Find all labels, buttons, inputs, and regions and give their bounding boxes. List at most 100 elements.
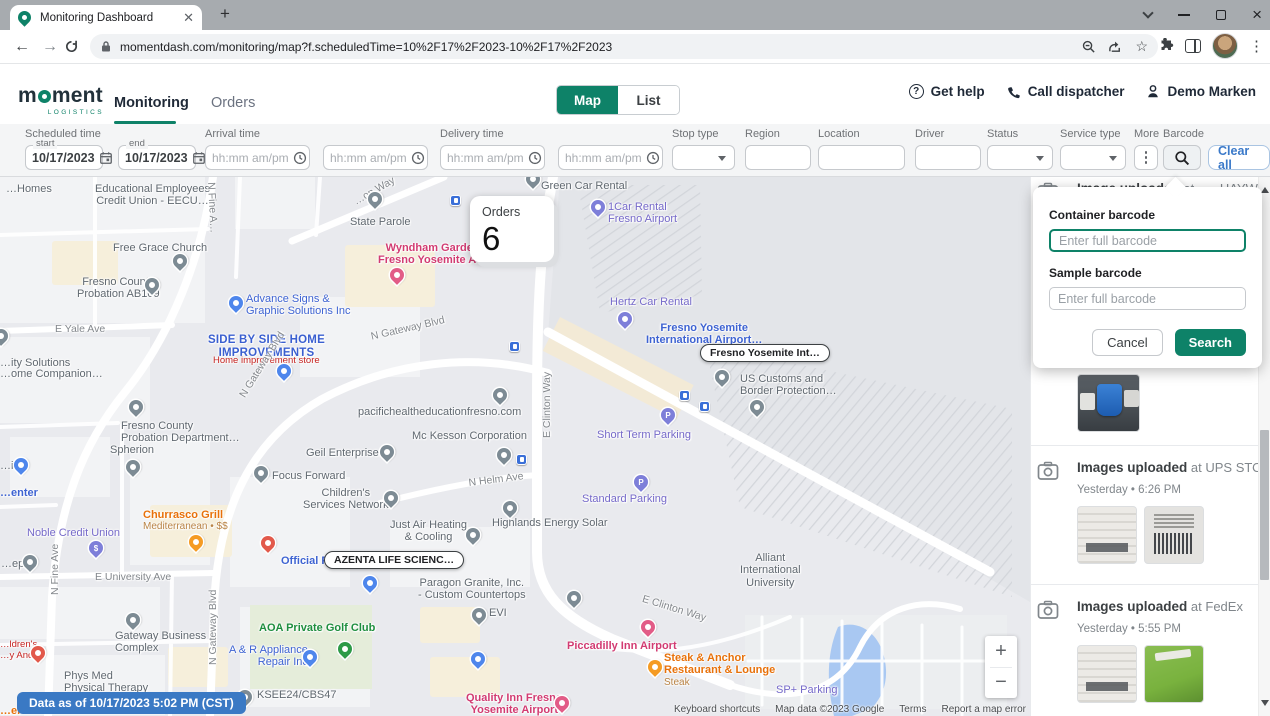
side-panel-icon[interactable]	[1185, 39, 1201, 53]
attribution-link[interactable]: Report a map error	[942, 704, 1026, 715]
order-location-chip[interactable]: Fresno Yosemite Int…	[700, 344, 830, 362]
map-label: Mc Kesson Corporation	[412, 430, 527, 442]
scroll-up-icon[interactable]	[1261, 183, 1269, 193]
filter-more-button[interactable]	[1134, 145, 1158, 170]
filter-label: Barcode	[1163, 128, 1204, 140]
window-chevron-icon[interactable]	[1142, 7, 1153, 18]
filter-arrival-end-input[interactable]: hh:mm am/pm	[323, 145, 428, 170]
scroll-down-icon[interactable]	[1261, 700, 1269, 710]
map-pin-dollar[interactable]: $	[86, 538, 106, 558]
address-bar[interactable]: momentdash.com/monitoring/map?f.schedule…	[90, 34, 1158, 59]
extensions-puzzle-icon[interactable]	[1158, 38, 1174, 54]
filter-status-input[interactable]	[987, 145, 1053, 170]
map-label: Geil Enterprises	[306, 447, 384, 459]
forward-button[interactable]: →	[36, 38, 64, 56]
tab-favicon-pin-icon	[15, 8, 33, 26]
feed-timestamp: Yesterday • 6:26 PM	[1077, 484, 1270, 496]
clock-icon	[528, 151, 542, 165]
orders-cluster-card[interactable]: Orders 6	[470, 196, 554, 262]
new-tab-button[interactable]: +	[214, 4, 236, 24]
filter-driver-input[interactable]	[915, 145, 981, 170]
get-help-button[interactable]: ? Get help	[909, 84, 985, 99]
filter-scheduled-end-input[interactable]: end10/17/2023	[118, 145, 196, 170]
filter-label: More	[1134, 128, 1159, 140]
upload-thumbnail-bucket[interactable]	[1077, 374, 1140, 432]
toggle-list-button[interactable]: List	[618, 86, 679, 114]
cancel-button[interactable]: Cancel	[1092, 329, 1162, 356]
map-label: Steak	[664, 677, 690, 688]
attribution-link[interactable]: Terms	[899, 704, 926, 715]
sample-barcode-label: Sample barcode	[1049, 266, 1246, 280]
person-icon	[1146, 84, 1160, 99]
lock-icon	[100, 40, 112, 53]
nav-monitoring[interactable]: Monitoring	[114, 95, 189, 111]
filter-delivery-start-input[interactable]: hh:mm am/pm	[440, 145, 545, 170]
phone-icon	[1007, 85, 1021, 99]
zoom-out-icon[interactable]	[1081, 39, 1096, 54]
bus-stop-icon[interactable]	[450, 195, 461, 206]
clear-all-button[interactable]: Clear all	[1208, 145, 1270, 170]
upload-thumbnail-doc[interactable]	[1077, 506, 1137, 564]
more-kebab-icon	[1145, 151, 1148, 164]
orders-card-label: Orders	[482, 205, 542, 219]
upload-thumbnail-green[interactable]	[1144, 645, 1204, 703]
map-canvas[interactable]: …HomesEducational Employees Credit Union…	[0, 177, 1030, 716]
filter-service-type-input[interactable]	[1060, 145, 1126, 170]
logo-subtitle: LOGISTICS	[18, 109, 104, 116]
nav-orders[interactable]: Orders	[211, 95, 255, 111]
map-pin-parking[interactable]: P	[658, 405, 678, 425]
window-restore-button[interactable]	[1216, 10, 1226, 20]
browser-tab[interactable]: Monitoring Dashboard ✕	[10, 5, 202, 30]
reload-button[interactable]	[64, 39, 92, 54]
toggle-map-button[interactable]: Map	[557, 86, 618, 114]
filter-region-input[interactable]	[745, 145, 811, 170]
filter-stop-type-input[interactable]	[672, 145, 735, 170]
map-label: Noble Credit Union	[27, 527, 120, 539]
window-minimize-button[interactable]	[1178, 14, 1190, 16]
zoom-out-button[interactable]: −	[985, 668, 1017, 699]
map-attribution: Keyboard shortcuts Map data ©2023 Google T…	[674, 704, 1026, 715]
sample-barcode-input[interactable]: Enter full barcode	[1049, 287, 1246, 310]
bookmark-star-icon[interactable]: ☆	[1135, 38, 1148, 55]
filter-scheduled-start-input[interactable]: start10/17/2023	[25, 145, 103, 170]
back-button[interactable]: ←	[8, 38, 36, 56]
filter-delivery-end-input[interactable]: hh:mm am/pm	[558, 145, 663, 170]
bus-stop-icon[interactable]	[509, 341, 520, 352]
window-close-button[interactable]: ×	[1252, 10, 1262, 20]
profile-avatar[interactable]	[1212, 33, 1238, 59]
feed-item: Images uploaded at FedEx Yesterday • 5:5…	[1031, 584, 1270, 715]
filter-location-input[interactable]	[818, 145, 905, 170]
zoom-in-button[interactable]: +	[985, 636, 1017, 667]
upload-thumbnail-doc[interactable]	[1077, 645, 1137, 703]
filter-label: Delivery time	[440, 128, 504, 140]
filter-barcode-button[interactable]	[1163, 145, 1201, 170]
browser-menu-icon[interactable]: ⋮	[1249, 37, 1264, 55]
call-dispatcher-button[interactable]: Call dispatcher	[1007, 84, 1125, 99]
container-barcode-input[interactable]: Enter full barcode	[1049, 229, 1246, 252]
field-placeholder: hh:mm am/pm	[565, 151, 642, 165]
upload-thumbnail-doc2[interactable]	[1144, 506, 1204, 564]
attribution-link[interactable]: Keyboard shortcuts	[674, 704, 760, 715]
filter-label: Location	[818, 128, 860, 140]
bus-stop-icon[interactable]	[679, 390, 690, 401]
url-text: momentdash.com/monitoring/map?f.schedule…	[120, 40, 1073, 54]
search-button[interactable]: Search	[1175, 329, 1246, 356]
filter-arrival-start-input[interactable]: hh:mm am/pm	[205, 145, 310, 170]
map-label: Green Car Rental	[541, 180, 627, 192]
map-label: Quality Inn Fresno Yosemite Airport	[466, 692, 563, 716]
map-label: Fresno County Probation Department…	[121, 420, 240, 445]
attribution-link: Map data ©2023 Google	[775, 704, 884, 715]
tab-close-icon[interactable]: ✕	[183, 10, 194, 26]
chevron-down-icon	[718, 156, 726, 165]
moment-logo[interactable]: mment LOGISTICS	[18, 84, 104, 116]
bus-stop-icon[interactable]	[699, 401, 710, 412]
map-pin-parking[interactable]: P	[631, 472, 651, 492]
share-icon[interactable]	[1108, 39, 1123, 54]
bus-stop-icon[interactable]	[516, 454, 527, 465]
help-icon: ?	[909, 84, 924, 99]
orders-card-count: 6	[482, 220, 542, 258]
order-location-chip[interactable]: AZENTA LIFE SCIENC…	[324, 551, 464, 569]
user-menu[interactable]: Demo Marken	[1146, 84, 1256, 99]
scrollbar-thumb[interactable]	[1260, 430, 1269, 580]
map-label: Free Grace Church	[113, 242, 207, 254]
